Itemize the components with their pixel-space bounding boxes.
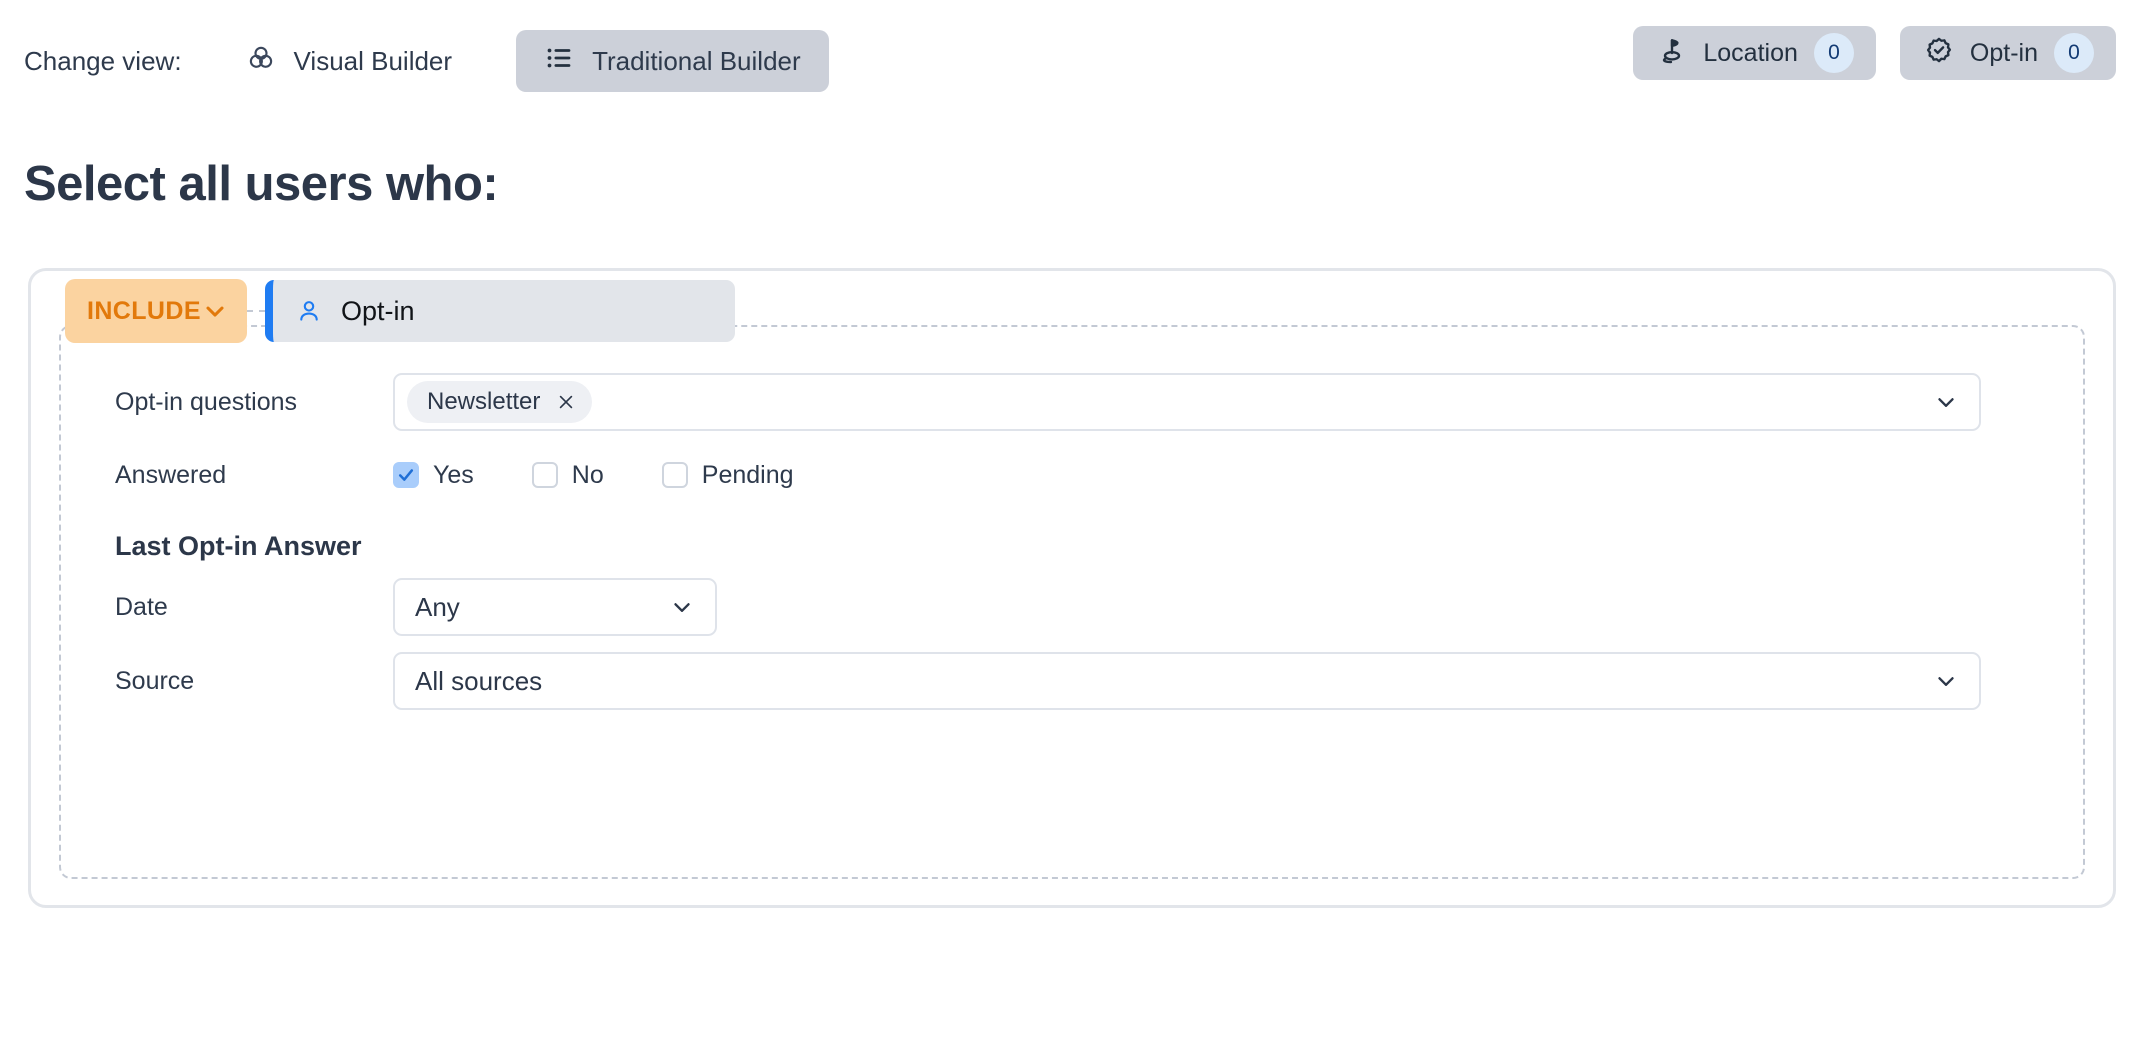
field-row-date: Date Any [115, 578, 2051, 636]
view-switcher: Change view: Visual Builder Traditional … [24, 30, 829, 92]
page-title: Select all users who: [24, 157, 499, 211]
bulleted-list-icon [544, 43, 574, 80]
view-option-visual-builder[interactable]: Visual Builder [218, 30, 481, 92]
checkbox-no-box[interactable] [531, 462, 558, 488]
rule-header-row: INCLUDE Opt-in [65, 279, 735, 343]
optin-questions-select[interactable]: Newsletter [393, 373, 1981, 431]
tag-newsletter-label: Newsletter [427, 388, 541, 415]
tab-location-label: Location [1703, 38, 1798, 67]
last-optin-answer-heading: Last Opt-in Answer [115, 531, 362, 561]
source-select[interactable]: All sources [393, 652, 1981, 710]
checkbox-pending-box[interactable] [661, 462, 688, 488]
view-option-traditional-builder-label: Traditional Builder [592, 45, 801, 76]
date-select[interactable]: Any [393, 578, 717, 636]
checkbox-no[interactable]: No [531, 460, 604, 490]
source-select-value: All sources [415, 665, 543, 696]
date-label: Date [115, 592, 168, 621]
source-label: Source [115, 666, 195, 695]
badge-check-icon [1924, 35, 1954, 72]
rule-node-optin[interactable]: Opt-in [265, 280, 735, 342]
date-select-value: Any [415, 591, 460, 622]
include-label: INCLUDE [87, 296, 201, 325]
remove-tag-icon[interactable] [556, 392, 576, 412]
rule-node-label: Opt-in [341, 295, 415, 326]
tab-optin-count: 0 [2054, 33, 2094, 73]
tab-location[interactable]: Location 0 [1633, 26, 1876, 80]
checkbox-yes-box[interactable] [393, 462, 419, 488]
tab-optin-label: Opt-in [1969, 38, 2038, 67]
optin-questions-label: Opt-in questions [115, 387, 298, 416]
checkbox-pending-label: Pending [701, 460, 794, 489]
field-row-answered: Answered Yes No Pending [115, 447, 2051, 503]
answered-checkbox-group: Yes No Pending [393, 461, 852, 490]
location-pin-flag-icon [1657, 35, 1687, 72]
filter-tabs: Location 0 Opt-in 0 [1633, 26, 2116, 80]
chevron-down-icon [1933, 389, 1959, 415]
rule-card: INCLUDE Opt-in Opt-in questions Newslett… [28, 268, 2116, 908]
checkbox-yes-label: Yes [433, 460, 474, 489]
person-icon [295, 297, 323, 325]
chevron-down-icon [201, 297, 229, 325]
top-bar: Change view: Visual Builder Traditional … [0, 0, 2140, 104]
tab-location-count: 0 [1813, 33, 1854, 73]
chevron-down-icon [1933, 668, 1959, 694]
view-option-visual-builder-label: Visual Builder [293, 45, 453, 76]
checkbox-yes[interactable]: Yes [393, 461, 474, 490]
tab-optin[interactable]: Opt-in 0 [1899, 26, 2116, 80]
answered-label: Answered [115, 460, 227, 489]
rule-form: Opt-in questions Newsletter Answered Yes… [115, 373, 2051, 710]
checkbox-no-label: No [571, 460, 604, 489]
venn-circles-icon [246, 43, 276, 80]
include-exclude-dropdown[interactable]: INCLUDE [65, 279, 247, 343]
rule-connector-line [247, 310, 265, 312]
tag-newsletter[interactable]: Newsletter [407, 381, 593, 423]
field-row-source: Source All sources [115, 652, 2051, 710]
change-view-label: Change view: [24, 45, 182, 76]
field-row-optin-questions: Opt-in questions Newsletter [115, 373, 2051, 431]
chevron-down-icon [669, 594, 695, 620]
view-option-traditional-builder[interactable]: Traditional Builder [516, 30, 829, 92]
checkbox-pending[interactable]: Pending [661, 460, 794, 490]
